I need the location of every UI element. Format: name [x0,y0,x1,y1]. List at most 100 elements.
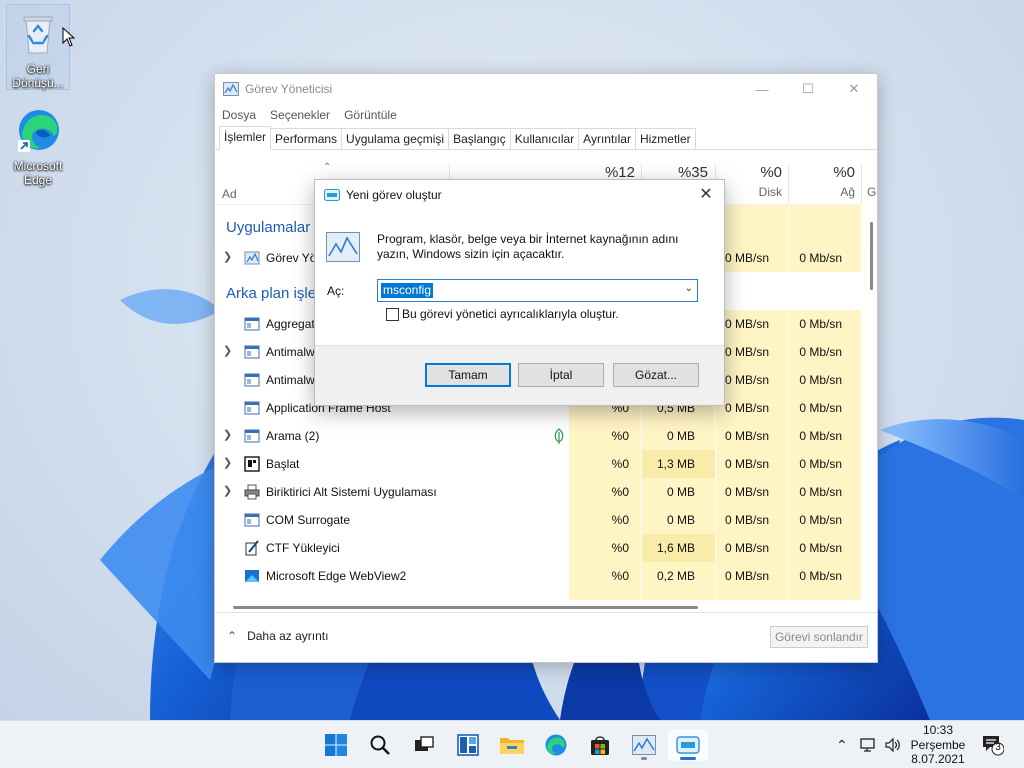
process-name: Aggregat [266,317,315,331]
disk-value: 0 MB/sn [724,485,769,499]
group-background: Arka plan işle [226,285,317,302]
widgets-icon [457,734,479,756]
admin-privileges-checkbox[interactable]: Bu görevi yönetici ayrıcalıklarıyla oluş… [386,307,619,321]
dialog-close-button[interactable]: ✕ [696,185,716,205]
open-combobox[interactable]: msconfig ⌄ [377,279,698,302]
vertical-scrollbar[interactable] [870,222,873,290]
clock-date: 8.07.2021 [911,752,965,766]
menu-options[interactable]: Seçenekler [270,108,330,122]
tab-services[interactable]: Hizmetler [634,128,696,149]
service-host-icon [244,317,260,331]
volume-tray-button[interactable] [884,721,902,768]
task-manager-icon [223,82,239,96]
run-icon [324,189,340,201]
expand-chevron-icon[interactable]: ❯ [223,484,232,497]
network-value: 0 Mb/sn [799,373,842,387]
cpu-value: %0 [611,429,629,443]
running-indicator [641,757,647,760]
desktop-icon-recycle-bin[interactable]: Geri Dönüşü... [6,4,70,90]
tab-startup[interactable]: Başlangıç [448,128,511,149]
search-button[interactable] [360,729,400,761]
process-row[interactable]: ❯ Başlat %0 1,3 MB 0 MB/sn 0 Mb/sn [215,450,861,478]
fewer-details-label: Daha az ayrıntı [247,629,329,643]
menu-file[interactable]: Dosya [222,108,256,122]
cpu-value: %0 [611,485,629,499]
expand-chevron-icon[interactable]: ❯ [223,428,232,441]
network-value: 0 Mb/sn [799,541,842,555]
cancel-button[interactable]: İptal [518,363,604,387]
file-explorer-button[interactable] [492,729,532,761]
task-manager-footer: ⌃ Daha az ayrıntı Görevi sonlandır [215,612,877,662]
dialog-title: Yeni görev oluştur [346,188,442,202]
dialog-titlebar[interactable]: Yeni görev oluştur [315,180,724,210]
process-row[interactable]: ❯ Biriktirici Alt Sistemi Uygulaması %0 … [215,478,861,506]
column-header-disk[interactable]: %0 Disk [716,164,788,204]
process-name: Biriktirici Alt Sistemi Uygulaması [266,485,437,499]
browse-button[interactable]: Gözat... [613,363,699,387]
process-row[interactable]: CTF Yükleyici %0 1,6 MB 0 MB/sn 0 Mb/sn [215,534,861,562]
horizontal-scrollbar[interactable] [233,606,698,609]
efficiency-leaf-icon [554,428,564,444]
ok-button[interactable]: Tamam [425,363,511,387]
process-name: CTF Yükleyici [266,541,340,555]
process-row[interactable]: COM Surrogate %0 0 MB 0 MB/sn 0 Mb/sn [215,506,861,534]
run-dialog-taskbar-button[interactable] [668,729,708,761]
column-header-network[interactable]: %0 Ağ [789,164,861,204]
notification-center-button[interactable]: 3 [982,734,1005,756]
widgets-button[interactable] [448,729,488,761]
service-host-icon [244,345,260,359]
edge-taskbar-button[interactable] [536,729,576,761]
close-button[interactable]: ✕ [831,74,877,104]
memory-value: 0,2 MB [656,569,695,583]
expand-chevron-icon[interactable]: ❯ [223,250,232,263]
process-name: Antimalw [266,345,315,359]
network-value: 0 Mb/sn [799,345,842,359]
clock-day: Perşembe [910,737,966,752]
memory-value: 0 MB [666,513,695,527]
tab-processes[interactable]: İşlemler [219,126,272,150]
tab-app-history[interactable]: Uygulama geçmişi [341,128,450,149]
checkbox-box[interactable] [386,307,399,321]
maximize-button[interactable]: ☐ [785,74,831,104]
store-button[interactable] [580,729,620,761]
disk-total: %0 [760,164,782,181]
desktop-icon-edge[interactable]: Microsoft Edge [6,102,70,187]
create-new-task-dialog: Yeni görev oluştur ✕ Program, klasör, be… [314,179,725,406]
expand-chevron-icon[interactable]: ❯ [223,344,232,357]
start-button[interactable] [316,729,356,761]
menu-view[interactable]: Görüntüle [344,108,397,122]
network-tray-button[interactable] [860,721,878,768]
tab-strip: İşlemler Performans Uygulama geçmişi Baş… [215,126,877,150]
end-task-button[interactable]: Görevi sonlandır [769,626,868,648]
tab-details[interactable]: Ayrıntılar [578,128,636,149]
process-row[interactable]: Microsoft Edge WebView2 %0 0,2 MB 0 MB/s… [215,562,861,590]
task-manager-taskbar-button[interactable] [624,729,664,761]
memory-value: 1,6 MB [656,541,695,555]
cpu-value: %0 [611,513,629,527]
menu-bar: Dosya Seçenekler Görüntüle [215,104,877,126]
process-name: Antimalw [266,373,315,387]
show-hidden-icons-button[interactable]: ⌃ [836,721,848,768]
edge-icon [18,110,59,152]
disk-label: Disk [758,185,782,199]
ctf-loader-icon [245,540,259,556]
gpu-label: G [867,185,877,199]
group-apps: Uygulamalar [226,219,311,236]
fewer-details-button[interactable]: ⌃ Daha az ayrıntı [227,629,328,643]
minimize-button[interactable]: — [739,74,785,104]
process-row[interactable]: ❯ Arama (2) %0 0 MB 0 MB/sn 0 Mb/sn [215,422,861,450]
network-value: 0 Mb/sn [799,457,842,471]
chevron-up-icon: ⌃ [227,629,238,643]
column-header-gpu[interactable]: G [862,164,878,204]
network-value: 0 Mb/sn [799,485,842,499]
open-input-value[interactable]: msconfig [381,283,434,298]
system-clock[interactable]: 10:33 Perşembe 8.07.2021 [906,723,970,767]
network-label: Ağ [840,185,855,199]
chevron-down-icon[interactable]: ⌄ [685,283,693,294]
tab-performance[interactable]: Performans [270,128,343,149]
task-view-button[interactable] [404,729,444,761]
task-manager-titlebar[interactable]: Görev Yöneticisi — ☐ ✕ [215,74,877,104]
tab-users[interactable]: Kullanıcılar [509,128,580,149]
expand-chevron-icon[interactable]: ❯ [223,456,232,469]
clock-time: 10:33 [922,723,954,737]
